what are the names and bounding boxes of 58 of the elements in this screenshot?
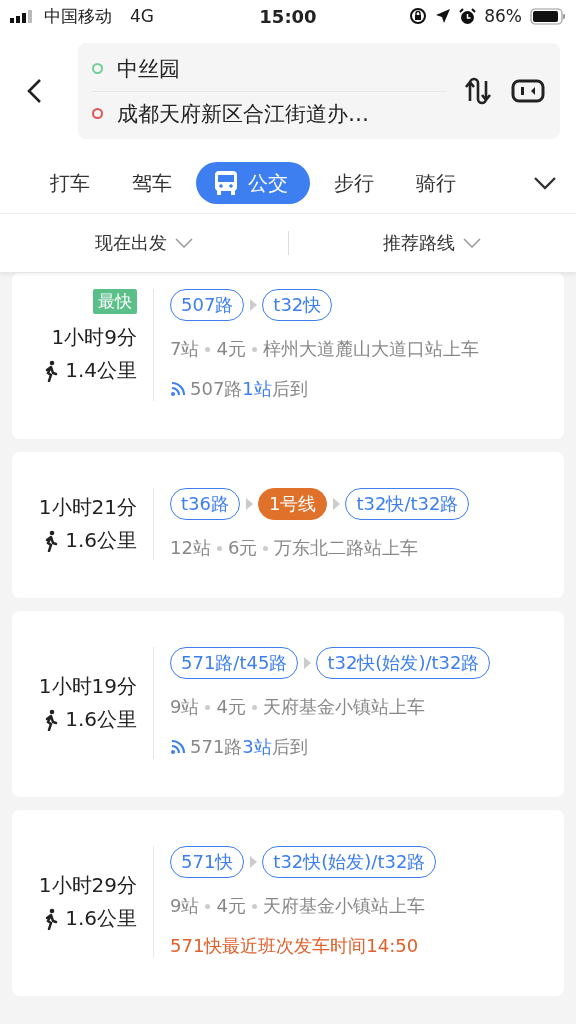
arrival-info: 571路3站后到 — [190, 735, 308, 759]
transfer-arrow-icon — [248, 298, 259, 312]
trip-duration: 1小时19分 — [38, 673, 137, 700]
departure-notice: 571快最近班次发车时间14:50 — [170, 934, 420, 958]
clock-time: 15:00 — [259, 5, 317, 27]
realtime-signal-icon — [170, 739, 186, 755]
trip-duration: 1小时21分 — [38, 494, 137, 521]
walk-distance: 1.6公里 — [65, 527, 137, 554]
origin-field[interactable]: 中丝园 — [117, 54, 180, 83]
metro-line-tag: 1号线 — [257, 488, 328, 520]
fare: 4元 — [216, 894, 246, 918]
route-card[interactable]: 1小时21分 1.6公里 t36路 1号线 t32快/t32路 12站 6元 万东北二路站上车 — [12, 452, 564, 598]
boarding-stop: 天府基金小镇站上车 — [262, 894, 425, 918]
alarm-icon — [459, 7, 477, 25]
destination-field[interactable]: 成都天府新区合江街道办… — [117, 99, 369, 128]
bus-icon — [214, 170, 238, 196]
origin-dot — [92, 63, 103, 74]
trip-duration: 1小时9分 — [51, 324, 137, 351]
transfer-arrow-icon — [331, 497, 342, 511]
location-arrow-icon — [435, 8, 452, 24]
mode-tab[interactable]: 打车 — [32, 162, 108, 204]
walk-distance: 1.6公里 — [65, 905, 137, 932]
trip-duration: 1小时29分 — [38, 872, 137, 899]
arrival-info: 507路1站后到 — [190, 377, 308, 401]
chevron-down-icon — [174, 238, 193, 248]
battery-icon — [530, 7, 566, 25]
realtime-signal-icon — [170, 381, 186, 397]
transfer-arrow-icon — [248, 855, 259, 869]
carrier-name: 中国移动 — [44, 4, 112, 28]
walk-distance: 1.4公里 — [65, 357, 137, 384]
route-card[interactable]: 1小时29分 1.6公里 571快 t32快(始发)/t32路 9站 4元 天府基金小镇站上车 571快最近班次发车时间14:50 — [12, 810, 564, 996]
stop-count: 12站 — [170, 536, 211, 560]
mode-tab[interactable]: 驾车 — [114, 162, 190, 204]
transfer-arrow-icon — [243, 497, 254, 511]
filter-dropdown[interactable]: 推荐路线 — [377, 230, 488, 256]
fare: 6元 — [227, 536, 258, 560]
boarding-stop: 天府基金小镇站上车 — [262, 695, 425, 719]
boarding-stop: 梓州大道麓山大道口站上车 — [262, 337, 479, 361]
destination-dot — [92, 108, 103, 119]
network-type: 4G — [130, 6, 154, 26]
mode-tab[interactable]: 步行 — [316, 162, 392, 204]
walk-distance: 1.6公里 — [65, 706, 137, 733]
rotation-lock-icon — [409, 7, 428, 25]
route-card[interactable]: 1小时19分 1.6公里 571路/t45路 t32快(始发)/t32路 9站 4元 天府基金小镇站上车 571路3站后到 — [12, 611, 564, 797]
boarding-stop: 万东北二路站上车 — [274, 536, 419, 560]
stop-count: 9站 — [170, 695, 200, 719]
fare: 4元 — [216, 337, 246, 361]
fare: 4元 — [216, 695, 246, 719]
stop-count: 9站 — [170, 894, 200, 918]
chevron-down-icon — [463, 238, 482, 248]
stop-count: 7站 — [170, 337, 200, 361]
transfer-arrow-icon — [302, 656, 313, 670]
filter-dropdown[interactable]: 现在出发 — [88, 230, 199, 256]
fastest-badge: 最快 — [93, 289, 137, 314]
mode-tab[interactable]: 骑行 — [398, 162, 474, 204]
route-card[interactable]: 最快 1小时9分 1.4公里 507路 t32快 7站 4元 梓州大道麓山大道口站上车 507路1站后到 — [12, 273, 564, 439]
mode-tab[interactable]: 公交 — [196, 162, 310, 204]
battery-percent: 86% — [484, 6, 522, 26]
